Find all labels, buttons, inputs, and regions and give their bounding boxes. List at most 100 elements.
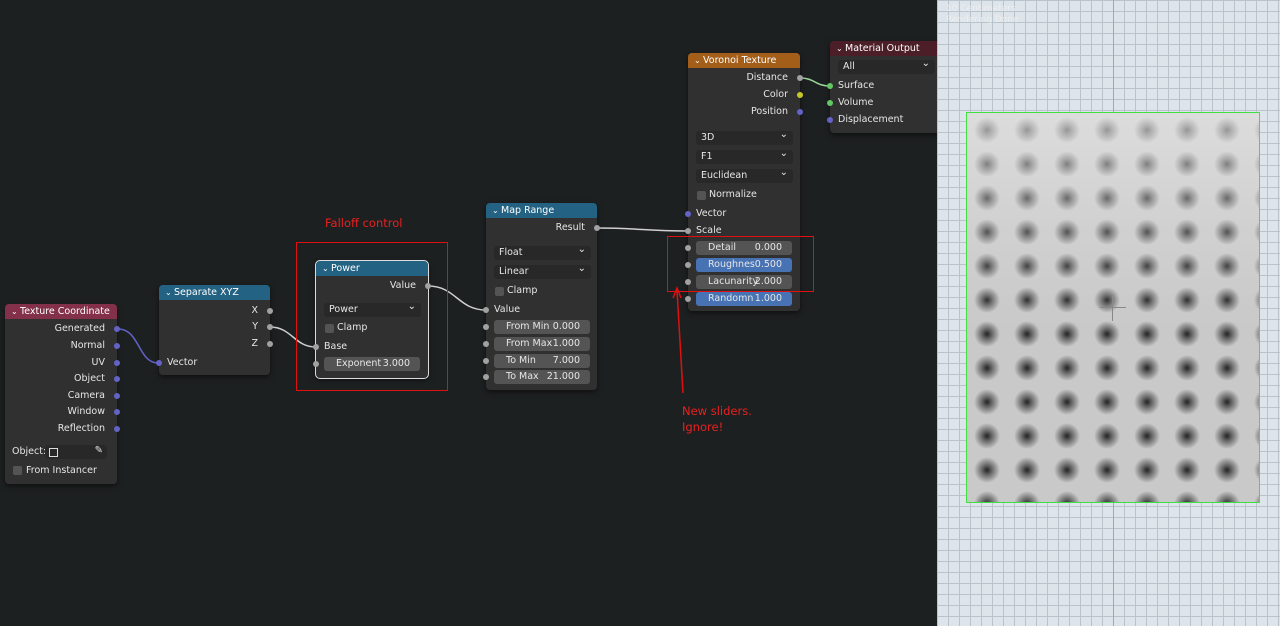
- input-vector: Vector: [167, 357, 198, 368]
- output-y: Y: [252, 321, 258, 332]
- input-value: Value: [494, 304, 521, 315]
- to-max-field[interactable]: To Max 21.000: [494, 370, 590, 384]
- output-color: Color: [763, 89, 788, 100]
- input-vector: Vector: [696, 208, 727, 219]
- to-min-field[interactable]: To Min 7.000: [494, 354, 590, 368]
- socket-distance[interactable]: [797, 75, 803, 81]
- object-picker-icon: [49, 448, 58, 457]
- object-field[interactable]: ✎: [45, 445, 107, 459]
- socket-y[interactable]: [267, 324, 273, 330]
- socket-to-max[interactable]: [483, 374, 489, 380]
- output-object: Object: [74, 373, 105, 384]
- node-title: Voronoi Texture: [703, 55, 777, 66]
- from-instancer-label: From Instancer: [26, 465, 97, 476]
- data-type-dropdown[interactable]: Float: [494, 243, 591, 260]
- feature-dropdown[interactable]: F1: [696, 147, 793, 164]
- field-label: To Max: [506, 371, 539, 382]
- chevron-down-icon[interactable]: ⌄: [836, 41, 845, 56]
- output-z: Z: [251, 338, 258, 349]
- socket-x[interactable]: [267, 308, 273, 314]
- field-value: 21.000: [546, 371, 580, 382]
- object-label: Object:: [12, 446, 47, 457]
- socket-randomness[interactable]: [685, 296, 691, 302]
- eyedropper-icon[interactable]: ✎: [95, 445, 103, 456]
- socket-window[interactable]: [114, 409, 120, 415]
- chevron-down-icon[interactable]: ⌄: [11, 304, 20, 319]
- normalize-label: Normalize: [709, 189, 757, 200]
- node-header[interactable]: ⌄ Map Range: [486, 203, 597, 218]
- viewport-scale-text: 10 Centimeters: [946, 4, 1016, 14]
- node-header[interactable]: ⌄ Voronoi Texture: [688, 53, 800, 68]
- dimensions-dropdown[interactable]: 3D: [696, 128, 793, 145]
- socket-generated[interactable]: [114, 326, 120, 332]
- socket-uv[interactable]: [114, 360, 120, 366]
- metric-dropdown[interactable]: Euclidean: [696, 166, 793, 183]
- socket-displacement[interactable]: [827, 117, 833, 123]
- socket-value-in[interactable]: [483, 307, 489, 313]
- node-map-range[interactable]: ⌄Map Range Result Float Linear Clamp Val…: [483, 203, 600, 390]
- socket-color[interactable]: [797, 92, 803, 98]
- falloff-highlight-box: [296, 242, 448, 391]
- output-window: Window: [67, 406, 105, 417]
- output-generated: Generated: [54, 323, 105, 334]
- sliders-highlight-box: [667, 236, 814, 292]
- node-header[interactable]: ⌄ Material Output: [830, 41, 937, 56]
- field-value: 1.000: [552, 338, 580, 349]
- clamp-checkbox[interactable]: [495, 287, 504, 296]
- node-editor[interactable]: ⌄ Texture Coordinate Generated Normal UV …: [0, 0, 937, 626]
- from-instancer-checkbox[interactable]: [13, 466, 22, 475]
- interpolation-dropdown[interactable]: Linear: [494, 262, 591, 279]
- socket-result[interactable]: [594, 225, 600, 231]
- falloff-annotation: Falloff control: [325, 216, 403, 230]
- chevron-down-icon[interactable]: ⌄: [694, 53, 703, 68]
- output-x: X: [251, 305, 258, 316]
- socket-scale[interactable]: [685, 228, 691, 234]
- link-generated-to-vector: [117, 328, 159, 364]
- node-title: Texture Coordinate: [20, 306, 110, 317]
- output-camera: Camera: [67, 390, 105, 401]
- field-label: From Max: [506, 338, 553, 349]
- socket-reflection[interactable]: [114, 426, 120, 432]
- chevron-down-icon[interactable]: ⌄: [492, 203, 501, 218]
- link-result-to-scale: [596, 227, 689, 232]
- target-dropdown[interactable]: All: [838, 57, 935, 74]
- link-distance-to-surface: [799, 77, 831, 87]
- socket-from-min[interactable]: [483, 324, 489, 330]
- output-result: Result: [555, 222, 585, 233]
- normalize-checkbox[interactable]: [697, 191, 706, 200]
- chevron-down-icon[interactable]: ⌄: [165, 285, 174, 300]
- node-texture-coordinate[interactable]: ⌄ Texture Coordinate Generated Normal UV …: [5, 304, 120, 484]
- socket-camera[interactable]: [114, 393, 120, 399]
- node-header[interactable]: ⌄ Texture Coordinate: [5, 304, 117, 319]
- sliders-annotation-line2: Ignore!: [682, 420, 724, 434]
- viewport-status-text: Rendering Done: [946, 15, 1019, 25]
- node-title: Material Output: [845, 43, 920, 54]
- output-reflection: Reflection: [57, 423, 105, 434]
- output-distance: Distance: [746, 72, 788, 83]
- socket-vector-in[interactable]: [156, 360, 162, 366]
- field-value: 1.000: [754, 293, 782, 304]
- socket-position[interactable]: [797, 109, 803, 115]
- clamp-label: Clamp: [507, 285, 538, 296]
- node-separate-xyz[interactable]: ⌄ Separate XYZ X Y Z Vector: [156, 285, 273, 375]
- output-position: Position: [751, 106, 788, 117]
- socket-object[interactable]: [114, 376, 120, 382]
- socket-to-min[interactable]: [483, 358, 489, 364]
- output-normal: Normal: [70, 340, 105, 351]
- randomness-field[interactable]: Randomn 1.000: [696, 292, 792, 306]
- socket-volume[interactable]: [827, 100, 833, 106]
- field-value: 0.000: [552, 321, 580, 332]
- socket-vector-in[interactable]: [685, 211, 691, 217]
- socket-z[interactable]: [267, 341, 273, 347]
- node-material-output[interactable]: ⌄Material Output All Surface Volume Disp…: [827, 41, 937, 133]
- input-volume: Volume: [838, 97, 874, 108]
- node-header[interactable]: ⌄ Separate XYZ: [159, 285, 270, 300]
- socket-normal[interactable]: [114, 343, 120, 349]
- socket-surface[interactable]: [827, 83, 833, 89]
- output-uv: UV: [91, 357, 105, 368]
- from-max-field[interactable]: From Max 1.000: [494, 337, 590, 351]
- from-min-field[interactable]: From Min 0.000: [494, 320, 590, 334]
- socket-from-max[interactable]: [483, 341, 489, 347]
- annotation-arrow: [676, 289, 684, 394]
- field-label: Randomn: [708, 293, 754, 304]
